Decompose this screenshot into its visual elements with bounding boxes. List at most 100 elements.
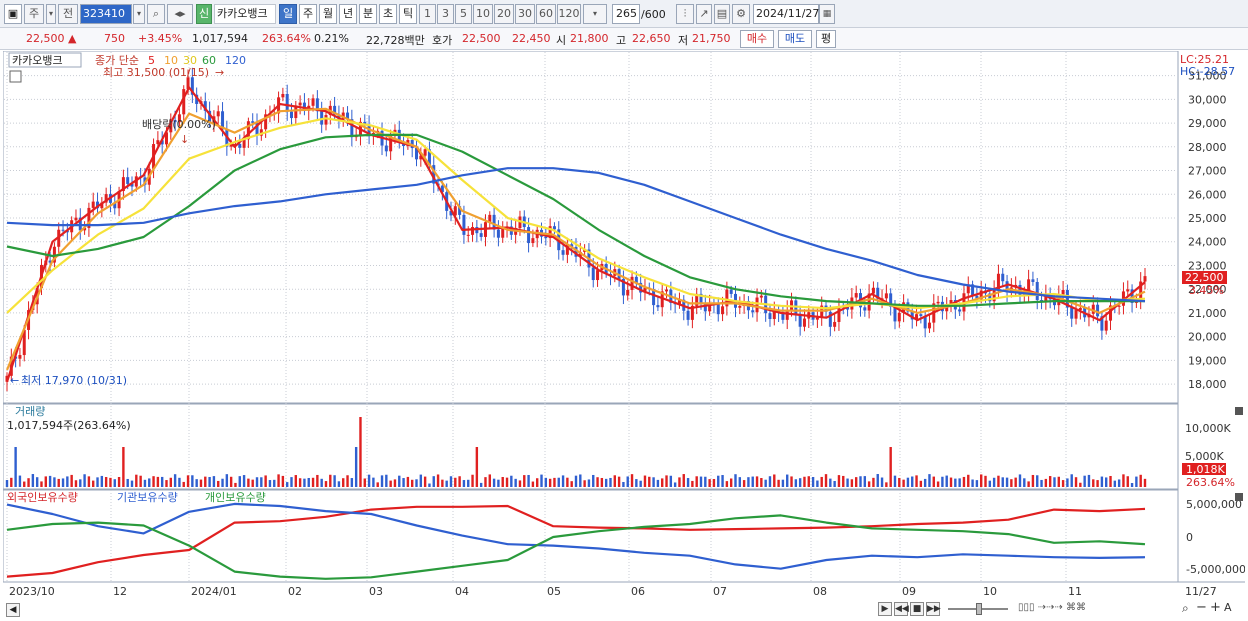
window-icon[interactable]: ▣ — [4, 4, 22, 24]
draw-icon[interactable]: ↗ — [696, 4, 712, 24]
volume-bar — [915, 475, 918, 487]
volume-bar — [320, 478, 323, 487]
volume-bar — [570, 481, 573, 487]
scroll-left-icon[interactable]: ◀ — [6, 603, 20, 617]
volume-bar — [635, 479, 638, 487]
count-total: /600 — [641, 8, 666, 21]
volume-bar — [518, 480, 522, 487]
volume-bar — [1083, 475, 1086, 487]
sell-button[interactable]: 매도 — [778, 30, 812, 48]
volume-bar — [1100, 476, 1104, 487]
volume-bar — [492, 478, 496, 487]
holding-close-icon[interactable] — [1235, 493, 1243, 501]
chart-area[interactable]: 31,000 30,000 29,000 28,000 27,000 26,000 25,0… — [2, 50, 1246, 621]
chart-svg[interactable]: 31,00030,00029,00028,00027,00026,00025,0… — [2, 50, 1246, 621]
volume-bar — [566, 477, 569, 487]
candle-body — [423, 149, 427, 156]
interval-30-button[interactable]: 30 — [515, 4, 535, 24]
jeon-button[interactable]: 전 — [58, 4, 78, 24]
volume-bar — [1079, 482, 1082, 487]
period-minute-button[interactable]: 분 — [359, 4, 377, 24]
volume-panel-frame — [2, 403, 1179, 490]
scroll-right-icon[interactable]: ▶ — [878, 602, 892, 616]
zoom-out-icon[interactable]: − — [1196, 600, 1207, 615]
period-day-button[interactable]: 일 — [279, 4, 297, 24]
volume-bar — [561, 475, 565, 487]
trade-amount: 22,728백만 — [366, 34, 425, 47]
interval-3-button[interactable]: 3 — [437, 4, 454, 24]
volume-bar — [661, 478, 664, 487]
code-dropdown-icon[interactable]: ▾ — [133, 4, 145, 24]
gear-icon[interactable]: ⚙ — [732, 4, 750, 24]
candle-body — [1070, 307, 1074, 319]
forward-icon[interactable]: ▶▶ — [926, 602, 941, 616]
volume-bar — [130, 480, 134, 487]
candle-body — [324, 115, 328, 125]
buy-button[interactable]: 매수 — [740, 30, 774, 48]
volume-bar — [704, 476, 707, 487]
candle-icon[interactable]: ⫶ — [676, 4, 694, 24]
volume-bar — [954, 478, 957, 487]
period-month-button[interactable]: 월 — [319, 4, 337, 24]
volume-bar — [393, 479, 397, 487]
market-select[interactable]: 주 — [24, 4, 44, 24]
volume-bar — [113, 479, 116, 487]
interval-10-button[interactable]: 10 — [473, 4, 493, 24]
period-week-button[interactable]: 주 — [299, 4, 317, 24]
date-input[interactable]: 2024/11/27 — [753, 4, 819, 24]
save-icon[interactable]: ▤ — [714, 4, 730, 24]
period-second-label: 초 — [382, 7, 394, 20]
volume-bar — [738, 477, 742, 487]
interval-5-button[interactable]: 5 — [455, 4, 472, 24]
volume-close-icon[interactable] — [1235, 407, 1243, 415]
zoom-slider-handle[interactable] — [976, 603, 982, 615]
interval-1-button[interactable]: 1 — [419, 4, 436, 24]
volume-bar — [229, 476, 233, 487]
volume-bar — [613, 475, 616, 487]
candle-body — [91, 201, 95, 208]
stock-code-input[interactable]: 323410 — [80, 4, 132, 24]
buy-label: 매수 — [746, 32, 768, 45]
period-year-button[interactable]: 년 — [339, 4, 357, 24]
volume-bar — [764, 479, 767, 487]
zoom-icon[interactable]: ⌕ — [1182, 601, 1189, 616]
holding-tick-pos: 5,000,000 — [1186, 498, 1242, 511]
period-tick-button[interactable]: 틱 — [399, 4, 417, 24]
font-size-icon[interactable]: A — [1224, 601, 1232, 614]
candle-body — [897, 312, 901, 322]
interval-20-button[interactable]: 20 — [494, 4, 514, 24]
volume-bar — [648, 476, 651, 487]
volume-bar — [919, 480, 923, 487]
volume-bar — [342, 478, 345, 487]
volume-bar — [462, 480, 466, 487]
last-price-tag: 22,500 — [1185, 271, 1224, 284]
pyeong-button[interactable]: 평 — [816, 30, 836, 48]
rewind-icon[interactable]: ◀◀ — [894, 602, 909, 616]
interval-dropdown-icon[interactable]: ▾ — [583, 4, 607, 24]
volume-bar — [160, 476, 164, 487]
search-icon[interactable]: ⌕ — [147, 4, 165, 24]
zoom-in-icon[interactable]: + — [1210, 600, 1221, 615]
volume-bar — [1135, 476, 1138, 487]
interval-120-button[interactable]: 120 — [557, 4, 581, 24]
interval-60-button[interactable]: 60 — [536, 4, 556, 24]
volume-bar — [428, 483, 431, 487]
volume-bar — [471, 474, 474, 487]
period-year-label: 년 — [342, 7, 354, 20]
count-input[interactable]: 265 — [612, 4, 640, 24]
period-second-button[interactable]: 초 — [379, 4, 397, 24]
market-dropdown-icon[interactable]: ▾ — [46, 4, 56, 24]
speaker-icon[interactable]: ◂▸ — [167, 4, 193, 24]
interval-60-label: 60 — [539, 7, 553, 20]
volume-bar — [484, 477, 487, 487]
drawing-tools-icon[interactable]: ▯▯▯ ⇢⇢⇢ ⌘⌘ — [1018, 602, 1086, 613]
volume-bar — [829, 478, 832, 487]
volume-bar — [475, 447, 479, 487]
volume-bar — [798, 478, 802, 487]
x-axis-label: 03 — [369, 585, 383, 598]
stop-icon[interactable]: ■ — [910, 602, 924, 616]
table-icon[interactable] — [9, 70, 22, 83]
calendar-icon[interactable]: ▦ — [819, 4, 835, 24]
sin-button[interactable]: 신 — [196, 4, 212, 24]
candle-body — [126, 177, 130, 184]
